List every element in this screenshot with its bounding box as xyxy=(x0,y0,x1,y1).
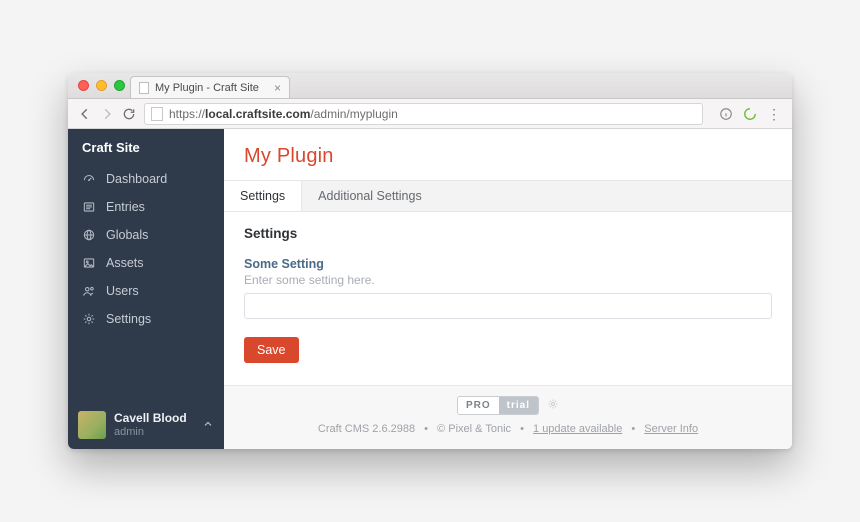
section-title: Settings xyxy=(244,226,772,241)
url-host: local.craftsite.com xyxy=(205,107,310,121)
footer-copyright: © Pixel & Tonic xyxy=(437,423,511,435)
url-path: /admin/myplugin xyxy=(310,107,397,121)
sidebar-item-globals[interactable]: Globals xyxy=(68,221,224,249)
list-icon xyxy=(82,200,96,214)
sidebar: Craft Site Dashboard Entries Globals Ass… xyxy=(68,129,224,449)
minimize-window-button[interactable] xyxy=(96,80,107,91)
sidebar-item-label: Assets xyxy=(106,256,144,270)
settings-pane: Settings Some Setting Enter some setting… xyxy=(224,212,792,385)
globe-icon xyxy=(82,228,96,242)
gear-icon xyxy=(82,312,96,326)
user-role: admin xyxy=(114,426,187,439)
edition-settings-icon[interactable] xyxy=(547,398,559,413)
page-title: My Plugin xyxy=(244,145,772,168)
footer-meta: Craft CMS 2.6.2988 • © Pixel & Tonic • 1… xyxy=(236,423,780,435)
extension-status-icon[interactable] xyxy=(743,107,757,121)
sidebar-item-label: Dashboard xyxy=(106,172,167,186)
divider: • xyxy=(514,423,530,435)
image-icon xyxy=(82,256,96,270)
sidebar-item-entries[interactable]: Entries xyxy=(68,193,224,221)
user-name: Cavell Blood xyxy=(114,412,187,426)
back-button[interactable] xyxy=(78,107,92,121)
extension-info-icon[interactable] xyxy=(719,107,733,121)
footer-serverinfo-link[interactable]: Server Info xyxy=(644,423,698,435)
browser-window: My Plugin - Craft Site × https://local.c… xyxy=(68,73,792,449)
setting-field: Some Setting Enter some setting here. xyxy=(244,257,772,319)
user-meta: Cavell Blood admin xyxy=(114,412,187,438)
close-window-button[interactable] xyxy=(78,80,89,91)
browser-tab[interactable]: My Plugin - Craft Site × xyxy=(130,76,290,98)
url-scheme: https:// xyxy=(169,107,205,121)
tab-settings[interactable]: Settings xyxy=(224,181,302,211)
sidebar-item-label: Users xyxy=(106,284,139,298)
account-menu[interactable]: Cavell Blood admin xyxy=(68,401,224,449)
sidebar-item-settings[interactable]: Settings xyxy=(68,305,224,333)
close-tab-button[interactable]: × xyxy=(274,82,281,94)
page-header: My Plugin xyxy=(224,129,792,180)
toolbar-right: ⋮ xyxy=(719,107,782,121)
divider: • xyxy=(418,423,434,435)
divider: • xyxy=(625,423,641,435)
sidebar-item-dashboard[interactable]: Dashboard xyxy=(68,165,224,193)
tab-additional-settings[interactable]: Additional Settings xyxy=(302,181,438,211)
site-name[interactable]: Craft Site xyxy=(68,129,224,165)
site-info-icon[interactable] xyxy=(151,107,163,121)
edition-badge[interactable]: PRO trial xyxy=(457,396,539,415)
avatar xyxy=(78,411,106,439)
sidebar-item-label: Globals xyxy=(106,228,148,242)
window-titlebar: My Plugin - Craft Site × xyxy=(68,73,792,99)
field-label: Some Setting xyxy=(244,257,772,271)
edition-trial-label: trial xyxy=(499,397,538,414)
chevron-up-icon xyxy=(202,418,214,433)
tab-label: Settings xyxy=(240,189,285,203)
tab-label: Additional Settings xyxy=(318,189,422,203)
page-tabs: Settings Additional Settings xyxy=(224,180,792,212)
window-controls xyxy=(78,80,125,91)
gauge-icon xyxy=(82,172,96,186)
edition-pro-label: PRO xyxy=(458,397,499,414)
address-url: https://local.craftsite.com/admin/myplug… xyxy=(169,107,398,121)
reload-button[interactable] xyxy=(122,107,136,121)
some-setting-input[interactable] xyxy=(244,293,772,319)
app-footer: PRO trial Craft CMS 2.6.2988 • © Pixel &… xyxy=(224,385,792,449)
address-bar[interactable]: https://local.craftsite.com/admin/myplug… xyxy=(144,103,703,125)
sidebar-nav: Dashboard Entries Globals Assets Users xyxy=(68,165,224,333)
forward-button[interactable] xyxy=(100,107,114,121)
footer-update-link[interactable]: 1 update available xyxy=(533,423,622,435)
footer-version: Craft CMS 2.6.2988 xyxy=(318,423,415,435)
users-icon xyxy=(82,284,96,298)
sidebar-item-label: Settings xyxy=(106,312,151,326)
browser-menu-button[interactable]: ⋮ xyxy=(767,107,782,121)
page-favicon xyxy=(139,82,149,94)
sidebar-item-label: Entries xyxy=(106,200,145,214)
zoom-window-button[interactable] xyxy=(114,80,125,91)
browser-tab-title: My Plugin - Craft Site xyxy=(155,82,259,94)
sidebar-item-assets[interactable]: Assets xyxy=(68,249,224,277)
field-help: Enter some setting here. xyxy=(244,273,772,287)
sidebar-item-users[interactable]: Users xyxy=(68,277,224,305)
browser-toolbar: https://local.craftsite.com/admin/myplug… xyxy=(68,99,792,129)
app-frame: Craft Site Dashboard Entries Globals Ass… xyxy=(68,129,792,449)
save-button[interactable]: Save xyxy=(244,337,299,363)
main-content: My Plugin Settings Additional Settings S… xyxy=(224,129,792,449)
edition-badge-row: PRO trial xyxy=(236,396,780,415)
